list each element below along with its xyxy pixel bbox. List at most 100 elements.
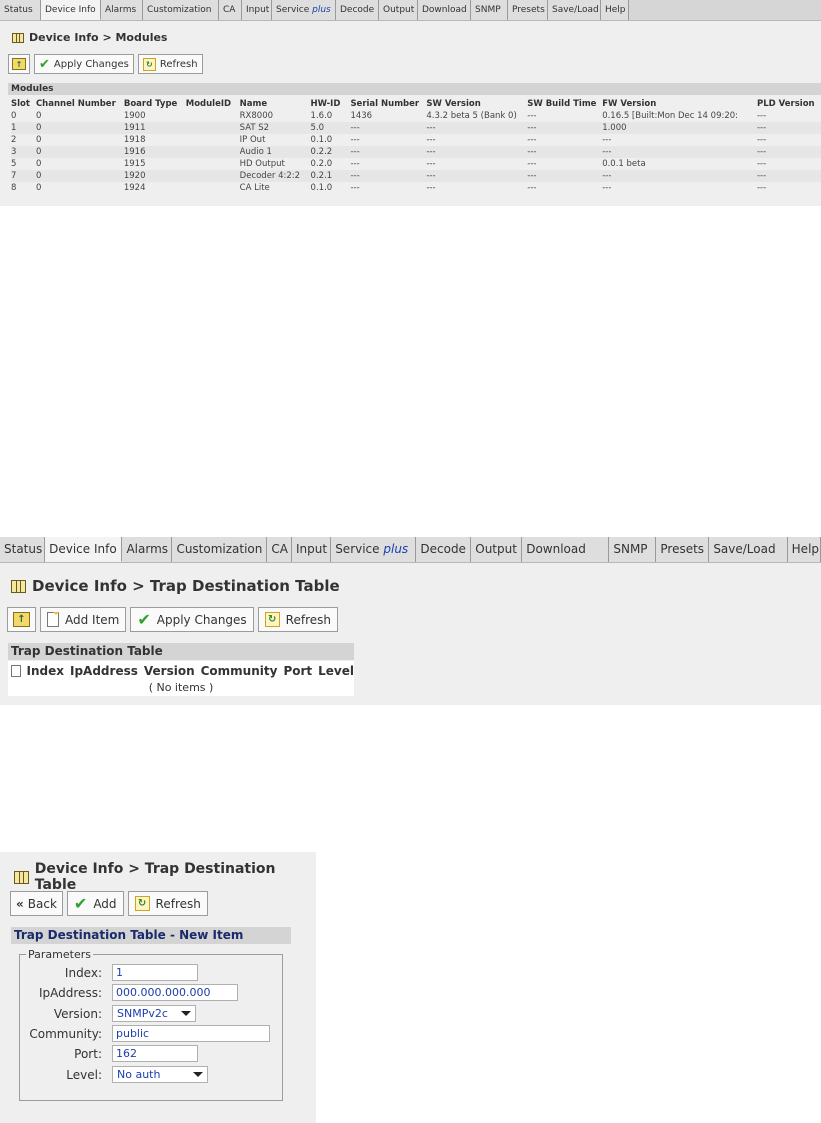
add-item-button[interactable]: Add Item <box>40 607 127 632</box>
tab-snmp[interactable]: SNMP <box>609 537 657 562</box>
table-cell: --- <box>756 183 767 193</box>
refresh-button[interactable]: ↻ Refresh <box>257 607 338 632</box>
tab-device-info[interactable]: Device Info <box>41 0 101 20</box>
table-cell: 0 <box>35 170 124 182</box>
refresh-label: Refresh <box>285 612 331 627</box>
tab-status[interactable]: Status <box>0 0 41 20</box>
tab-presets[interactable]: Presets <box>656 537 710 562</box>
tab-snmp[interactable]: SNMP <box>471 0 508 20</box>
select-all-checkbox[interactable] <box>11 665 21 677</box>
table-cell: --- <box>350 183 360 193</box>
tab-customization[interactable]: Customization <box>143 0 219 20</box>
table-cell: 5.0 <box>310 122 351 134</box>
table-cell: --- <box>350 159 360 169</box>
col-version: Version <box>143 664 195 678</box>
tab-help[interactable]: Help <box>601 0 629 20</box>
tab-help[interactable]: Help <box>787 537 821 562</box>
tab-label: Download <box>422 5 467 15</box>
refresh-button[interactable]: ↻ Refresh <box>127 891 208 916</box>
apply-changes-label: Apply Changes <box>53 58 129 70</box>
check-icon: ✔ <box>73 894 88 913</box>
table-cell: --- <box>602 183 612 193</box>
up-folder-button[interactable]: ↑ <box>7 607 36 632</box>
table-cell: CA Lite <box>239 183 270 193</box>
tab-ca[interactable]: CA <box>219 0 242 20</box>
table-cell: 1920 <box>123 170 186 182</box>
tab-label: Save/Load <box>552 5 599 15</box>
tab-input[interactable]: Input <box>291 537 332 562</box>
tab-label: Presets <box>512 5 545 15</box>
tab-customization[interactable]: Customization <box>172 537 268 562</box>
empty-list-message: ( No items ) <box>8 681 354 696</box>
table-cell: 0 <box>35 135 42 145</box>
tab-service[interactable]: Service plus <box>331 537 417 562</box>
col-serial-number: Serial Number <box>350 99 420 109</box>
table-row: 7 0 1920 Decoder 4:2:2 0.2.1 --- --- --- --- --- <box>11 170 821 182</box>
tab-label: Status <box>4 542 43 556</box>
up-folder-button[interactable]: ↑ <box>8 54 30 74</box>
tab-label: CA <box>271 542 288 556</box>
level-select[interactable]: No auth <box>112 1066 208 1083</box>
tab-presets[interactable]: Presets <box>508 0 548 20</box>
table-cell: 0.1.0 <box>310 135 333 145</box>
tab-label: Service <box>335 542 380 556</box>
tab-alarms[interactable]: Alarms <box>101 0 143 20</box>
tab-output[interactable]: Output <box>379 0 418 20</box>
add-button[interactable]: ✔ Add <box>66 891 124 916</box>
back-button[interactable]: « Back <box>10 891 63 916</box>
trap-table-panel: Status Device Info Alarms Customization CA In… <box>0 537 821 705</box>
tab-ca[interactable]: CA <box>267 537 292 562</box>
tab-save-load[interactable]: Save/Load <box>709 537 788 562</box>
col-hw-id: HW-ID <box>310 99 341 109</box>
ipaddress-field[interactable] <box>112 984 238 1001</box>
tab-alarms[interactable]: Alarms <box>122 537 173 562</box>
table-cell: 1.000 <box>602 122 757 134</box>
table-cell: 0.0.1 beta <box>602 159 646 169</box>
tab-label: Output <box>475 542 517 556</box>
refresh-button[interactable]: ↻ Refresh <box>137 54 203 74</box>
col-community: Community <box>200 664 278 678</box>
tab-label: Output <box>383 5 415 15</box>
tab-status[interactable]: Status <box>0 537 46 562</box>
community-field[interactable] <box>112 1025 270 1042</box>
tab-input[interactable]: Input <box>242 0 272 20</box>
tab-label: SNMP <box>475 5 501 15</box>
tab-download[interactable]: Download <box>418 0 471 20</box>
apply-changes-button[interactable]: ✔ Apply Changes <box>34 54 134 74</box>
apply-changes-button[interactable]: ✔ Apply Changes <box>130 607 254 632</box>
table-icon <box>11 579 26 593</box>
version-row: Version: SNMPv2c <box>20 1005 196 1022</box>
version-select[interactable]: SNMPv2c <box>112 1005 196 1022</box>
check-icon: ✔ <box>39 56 50 72</box>
port-field[interactable] <box>112 1045 198 1062</box>
port-label: Port: <box>74 1046 102 1061</box>
back-label: Back <box>27 896 57 911</box>
tab-bar: Status Device Info Alarms Customization CA In… <box>0 537 821 563</box>
table-cell: 3 <box>11 146 36 158</box>
tab-decode[interactable]: Decode <box>416 537 472 562</box>
tab-label: Input <box>246 5 270 15</box>
tab-service[interactable]: Service plus <box>272 0 336 20</box>
table-cell: --- <box>602 135 612 145</box>
table-cell <box>185 170 240 182</box>
col-name: Name <box>239 99 268 109</box>
table-cell: 1918 <box>123 135 146 145</box>
table-cell: 1 <box>11 122 36 134</box>
col-module-id: ModuleID <box>185 99 232 109</box>
tab-decode[interactable]: Decode <box>336 0 379 20</box>
tab-output[interactable]: Output <box>471 537 523 562</box>
table-icon <box>12 32 24 43</box>
table-cell: --- <box>756 170 821 182</box>
add-label: Add <box>93 896 117 911</box>
refresh-label: Refresh <box>159 58 198 70</box>
tab-service-suffix: plus <box>383 542 409 556</box>
tab-device-info[interactable]: Device Info <box>45 537 123 562</box>
col-channel-number: Channel Number <box>35 99 116 109</box>
tab-label: Download <box>526 542 586 556</box>
tab-download[interactable]: Download <box>522 537 610 562</box>
tab-label: Device Info <box>49 542 117 556</box>
tab-save-load[interactable]: Save/Load <box>548 0 601 20</box>
table-cell: 8 <box>11 183 17 193</box>
index-field[interactable] <box>112 964 198 981</box>
tab-label: Customization <box>147 5 212 15</box>
